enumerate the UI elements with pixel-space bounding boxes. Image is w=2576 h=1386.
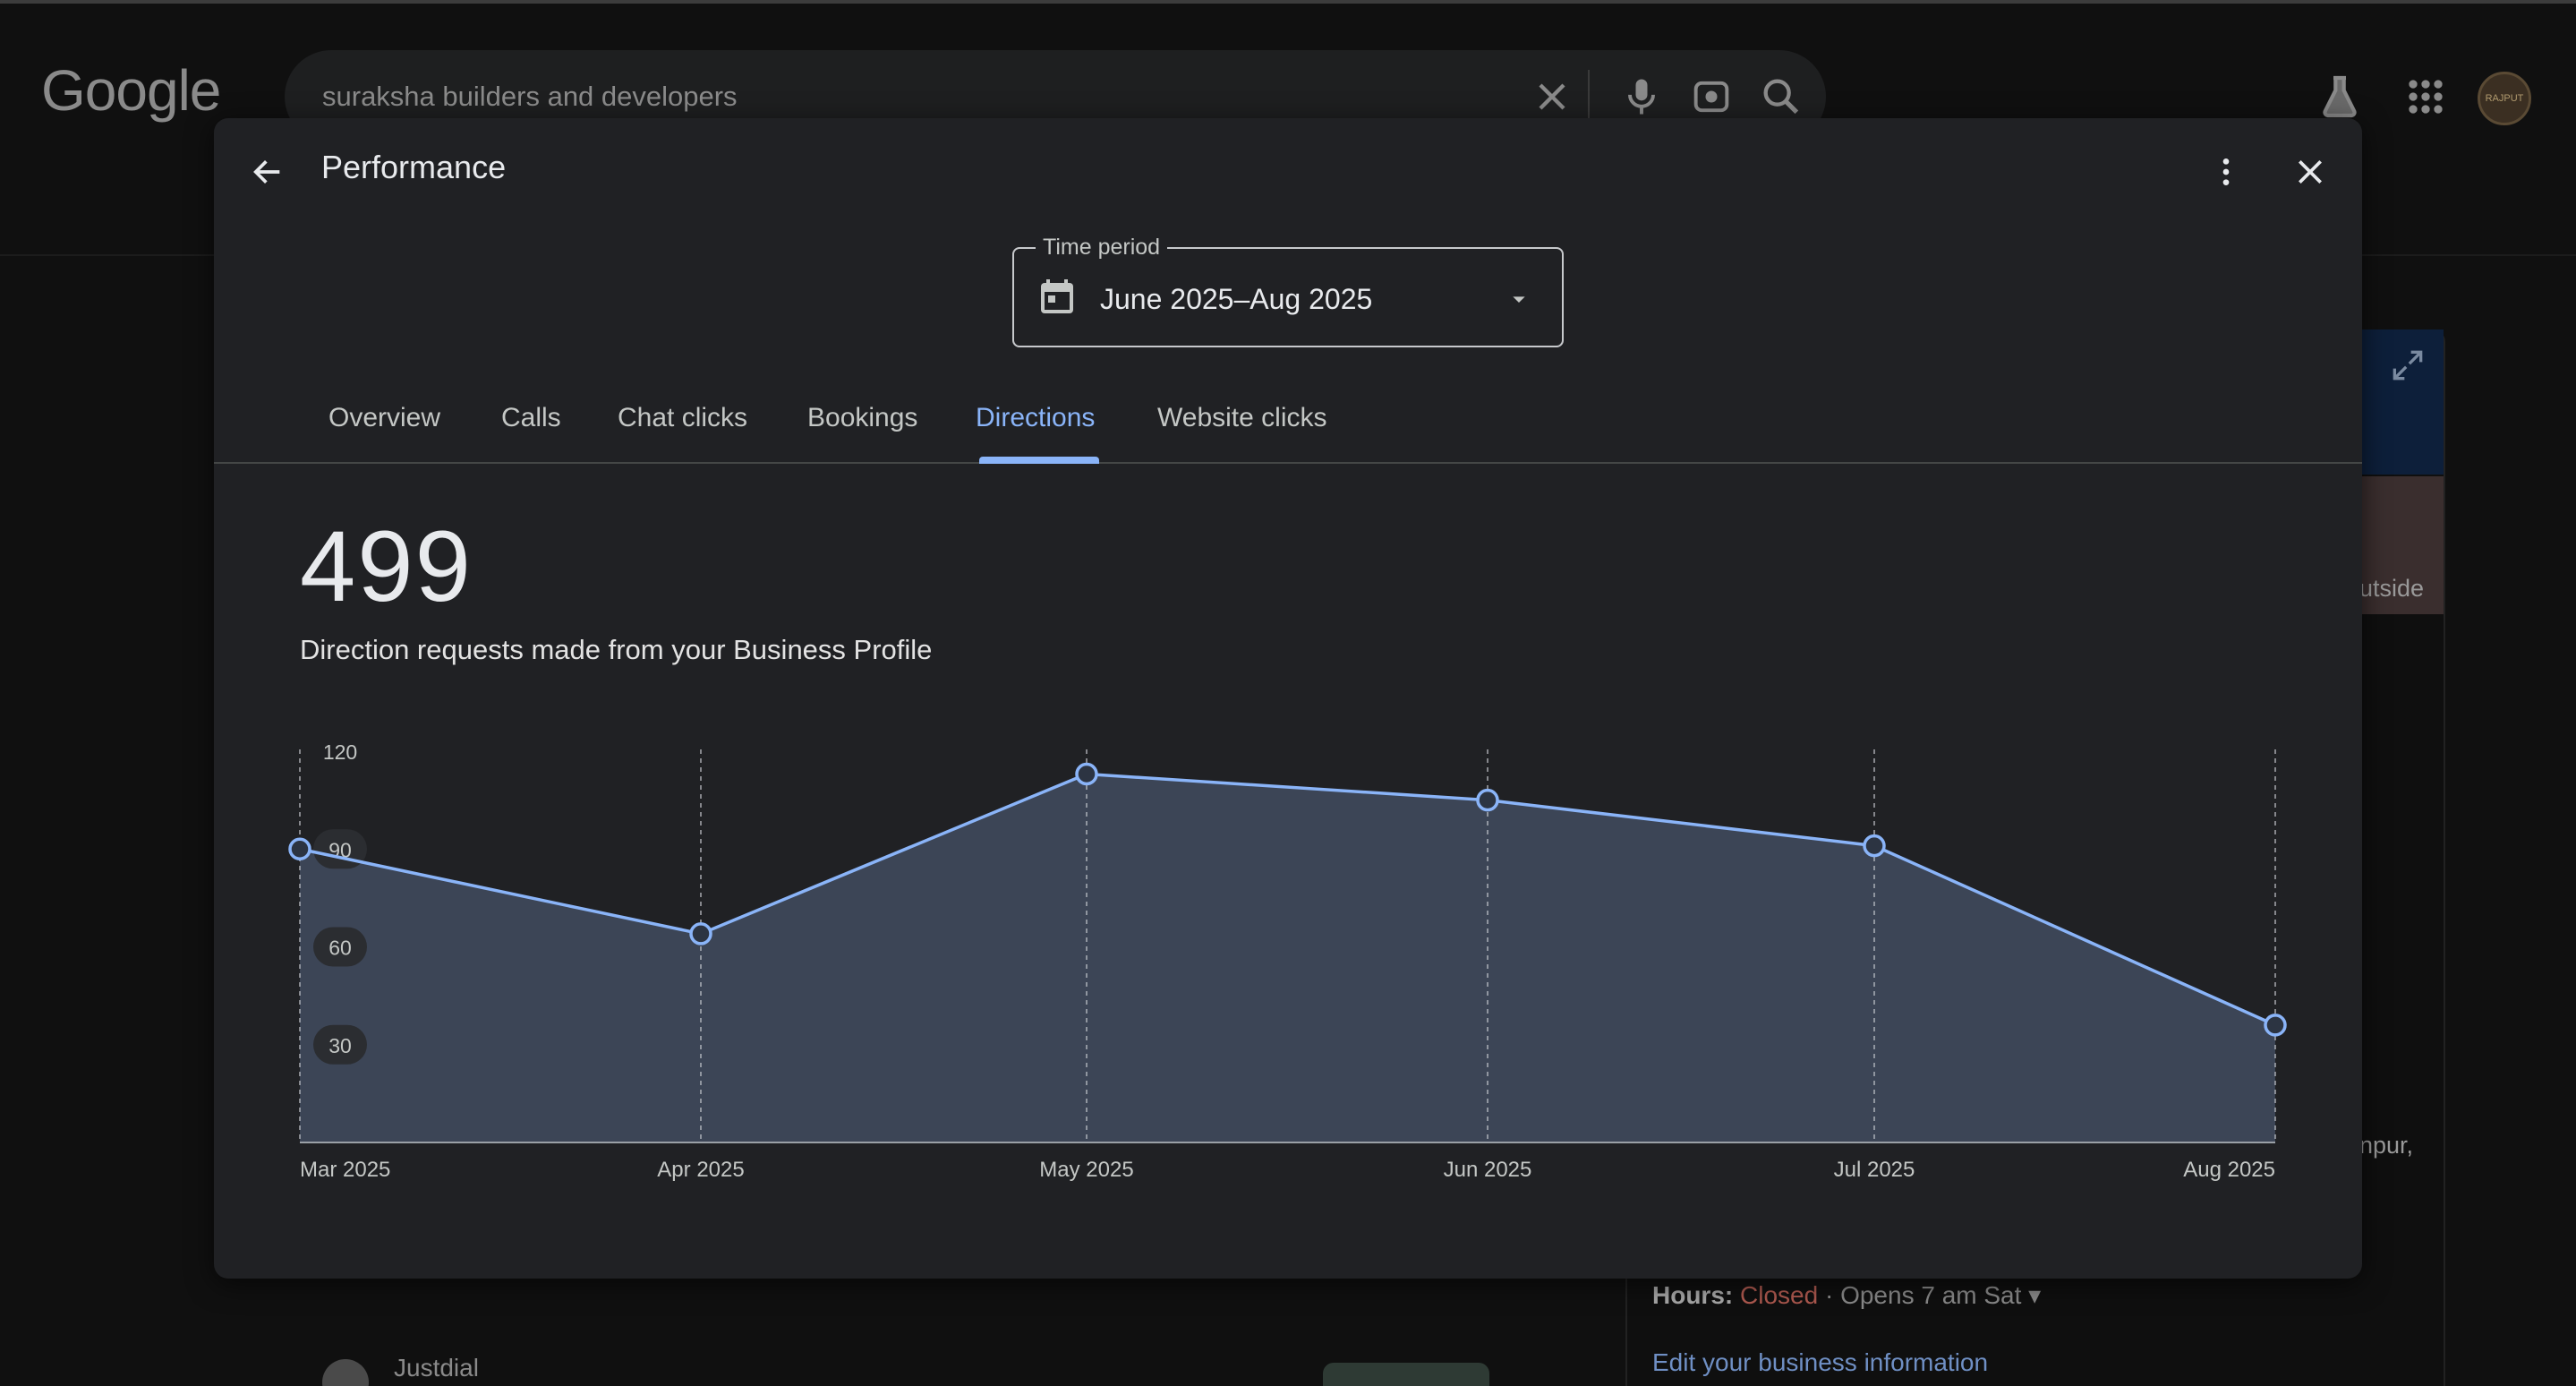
result-thumbnail[interactable]	[1323, 1363, 1489, 1386]
directions-chart: 120906030Mar 2025 Apr 2025 May 2025 Jun 202…	[288, 740, 2287, 1182]
hours-detail: · Opens 7 am Sat ▾	[1818, 1281, 2042, 1309]
x-tick-label: Mar 2025	[300, 1158, 390, 1182]
account-avatar[interactable]: RAJPUT	[2478, 72, 2531, 125]
business-hours[interactable]: Hours: Closed · Opens 7 am Sat ▾	[1652, 1280, 2041, 1310]
chart-area	[300, 774, 2275, 1142]
expand-icon[interactable]	[2388, 346, 2427, 385]
clear-icon[interactable]	[1529, 73, 1575, 120]
data-point	[1075, 762, 1098, 786]
performance-dialog: Performance Time period June 2025–Aug 20…	[214, 118, 2362, 1279]
x-tick-label: Jun 2025	[1444, 1158, 1532, 1182]
result-source[interactable]: Justdial	[394, 1354, 479, 1382]
panel-text-fragment: utside	[2359, 575, 2425, 602]
search-divider	[1588, 70, 1590, 124]
google-logo[interactable]: Google	[41, 57, 221, 124]
data-point	[1863, 834, 1886, 858]
browser-top-border	[0, 0, 2576, 4]
x-tick-label: May 2025	[1039, 1158, 1133, 1182]
data-point	[1476, 788, 1499, 812]
result-favicon	[322, 1359, 369, 1386]
hours-status: Closed	[1740, 1281, 1819, 1309]
data-point	[2264, 1014, 2287, 1037]
apps-grid-icon[interactable]	[2401, 72, 2451, 122]
x-tick-label: Apr 2025	[657, 1158, 744, 1182]
labs-flask-icon[interactable]	[2315, 72, 2365, 122]
panel-address-fragment: npur,	[2359, 1132, 2414, 1159]
avatar-text: RAJPUT	[2485, 93, 2524, 104]
data-point	[689, 922, 712, 945]
data-point	[288, 837, 311, 860]
y-tick-label: 120	[323, 740, 357, 764]
x-tick-label: Jul 2025	[1834, 1158, 1915, 1182]
search-query[interactable]: suraksha builders and developers	[322, 81, 738, 113]
hours-label: Hours:	[1652, 1281, 1734, 1309]
y-tick-label: 60	[328, 937, 352, 960]
y-tick-label: 30	[328, 1034, 352, 1057]
lens-camera-icon[interactable]	[1688, 73, 1735, 120]
edit-business-link[interactable]: Edit your business information	[1652, 1348, 1988, 1377]
search-icon[interactable]	[1758, 73, 1804, 120]
microphone-icon[interactable]	[1618, 73, 1665, 120]
x-tick-label: Aug 2025	[2183, 1158, 2275, 1182]
